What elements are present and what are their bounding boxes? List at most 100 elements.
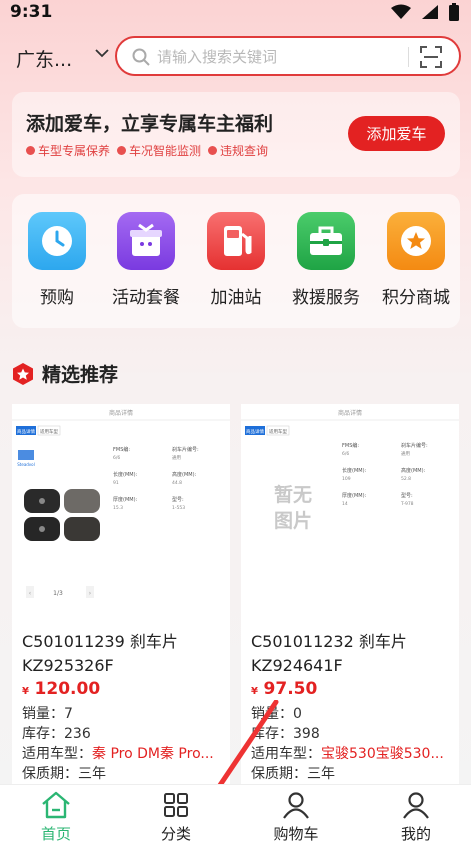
tab-label: 我的 bbox=[400, 825, 431, 843]
person-icon bbox=[403, 792, 429, 819]
warranty-label: 保质期： bbox=[22, 766, 78, 782]
grid-icon bbox=[164, 793, 188, 817]
service-grid: 预购 活动套餐 加油站 救援服务 积分商城 bbox=[12, 194, 460, 328]
banner-tag-label: 车型专属保养 bbox=[38, 144, 111, 158]
service-label: 救援服务 bbox=[292, 288, 360, 308]
spec-val: 44.8 bbox=[172, 480, 182, 486]
sales-label: 销量： bbox=[22, 706, 64, 722]
spec-key: 型号: bbox=[172, 496, 184, 503]
image-header: 商品详情 bbox=[338, 409, 362, 417]
price-value: 97.50 bbox=[263, 679, 318, 699]
chevron-down-icon[interactable] bbox=[94, 47, 110, 59]
product-price: ¥ 97.50 bbox=[251, 679, 317, 699]
tab-home[interactable]: 首页 bbox=[21, 791, 91, 843]
service-label: 预购 bbox=[40, 288, 74, 308]
wifi-icon bbox=[391, 4, 411, 19]
city-selector[interactable]: 广东... bbox=[16, 45, 72, 72]
banner-tag-label: 车况智能监测 bbox=[129, 144, 202, 158]
product-image[interactable]: 商品详情 商品详情 适用车型 Steadvol FMS编: 6/6 刹车片编号:… bbox=[12, 404, 230, 622]
scan-icon[interactable] bbox=[420, 46, 442, 68]
spec-val: 1-553 bbox=[172, 505, 185, 511]
spec-key: 长度(MM): bbox=[342, 467, 367, 474]
bottom-tab-bar: 首页 分类 购物车 我的 bbox=[0, 784, 471, 843]
star-coin-icon bbox=[387, 212, 445, 270]
brake-pad-photo bbox=[24, 489, 100, 541]
image-pager: 1/3 bbox=[53, 590, 63, 597]
svg-text:‹: ‹ bbox=[29, 590, 31, 597]
image-tab: 适用车型 bbox=[269, 428, 287, 435]
product-name[interactable]: C501011232 刹车片 KZ924641F bbox=[251, 630, 459, 678]
spec-key: 高度(MM): bbox=[172, 471, 197, 478]
fuel-pump-icon bbox=[207, 212, 265, 270]
add-car-button[interactable]: 添加爱车 bbox=[348, 116, 445, 151]
spec-val: T-978 bbox=[400, 501, 414, 507]
service-package[interactable]: 活动套餐 bbox=[101, 212, 191, 308]
banner-tag: 车型专属保养 bbox=[26, 142, 110, 159]
home-icon bbox=[42, 791, 70, 819]
banner-tags: 车型专属保养 车况智能监测 违规查询 bbox=[26, 142, 268, 159]
service-gas-station[interactable]: 加油站 bbox=[191, 212, 281, 308]
spec-val: 15.3 bbox=[113, 505, 123, 511]
models-value: 宝骏530宝骏530... bbox=[321, 746, 444, 762]
gift-box-icon bbox=[117, 212, 175, 270]
banner-tag: 车况智能监测 bbox=[117, 142, 201, 159]
image-tab: 适用车型 bbox=[40, 428, 58, 435]
product-price: ¥ 120.00 bbox=[22, 679, 100, 699]
section-title: 精选推荐 bbox=[42, 364, 119, 386]
stock-value: 398 bbox=[293, 726, 320, 742]
search-bar[interactable]: 请输入搜索关键词 bbox=[115, 36, 461, 76]
spec-val: 109 bbox=[342, 476, 351, 482]
service-points-mall[interactable]: 积分商城 bbox=[371, 212, 461, 308]
person-icon bbox=[283, 792, 309, 819]
service-label: 加油站 bbox=[210, 288, 262, 308]
toolbox-icon bbox=[297, 212, 355, 270]
spec-key: FMS编: bbox=[342, 442, 359, 449]
product-sales: 销量：0 bbox=[251, 703, 459, 723]
stock-value: 236 bbox=[64, 726, 91, 742]
sales-value: 0 bbox=[293, 706, 302, 722]
tab-label: 首页 bbox=[40, 825, 71, 843]
spec-val: 91 bbox=[113, 480, 119, 486]
svg-text:›: › bbox=[89, 590, 91, 597]
product-image[interactable]: 商品详情 商品详情 适用车型 FMS编: 6/6 刹车片编号: 通用 长度(MM… bbox=[241, 404, 459, 622]
product-name[interactable]: C501011239 刹车片 KZ925326F bbox=[22, 630, 230, 678]
add-car-banner: 添加爱车，立享专属车主福利 车型专属保养 车况智能监测 违规查询 添加爱车 bbox=[12, 92, 460, 177]
image-tab: 商品详情 bbox=[17, 428, 35, 435]
search-icon bbox=[132, 48, 150, 66]
spec-key: 长度(MM): bbox=[113, 471, 138, 478]
service-preorder[interactable]: 预购 bbox=[12, 212, 102, 308]
spec-key: 厚度(MM): bbox=[342, 492, 367, 499]
tab-label: 购物车 bbox=[273, 825, 319, 843]
search-input[interactable]: 请输入搜索关键词 bbox=[157, 46, 277, 67]
tab-label: 分类 bbox=[160, 825, 191, 843]
spec-key: 刹车片编号: bbox=[401, 442, 428, 449]
star-badge-icon bbox=[13, 362, 33, 385]
currency-symbol: ¥ bbox=[22, 686, 29, 697]
tab-cart[interactable]: 购物车 bbox=[261, 791, 331, 843]
spec-val: 6/6 bbox=[342, 451, 349, 457]
image-tab: 商品详情 bbox=[246, 428, 264, 435]
tab-mine[interactable]: 我的 bbox=[381, 791, 451, 843]
no-image-placeholder: 暂无图片 bbox=[273, 484, 312, 532]
section-header: 精选推荐 bbox=[12, 360, 118, 387]
banner-title: 添加爱车，立享专属车主福利 bbox=[26, 113, 274, 135]
spec-val: 14 bbox=[342, 501, 348, 507]
spec-key: 型号: bbox=[401, 492, 413, 499]
product-warranty: 保质期：三年 bbox=[251, 763, 459, 783]
tag-dot-icon bbox=[208, 146, 218, 155]
status-bar: 9:31 bbox=[0, 0, 471, 26]
top-bar: 广东... 请输入搜索关键词 bbox=[0, 34, 471, 80]
clock-icon bbox=[28, 212, 86, 270]
spec-key: 刹车片编号: bbox=[172, 446, 199, 453]
spec-key: 高度(MM): bbox=[401, 467, 426, 474]
tab-category[interactable]: 分类 bbox=[141, 791, 211, 843]
service-label: 积分商城 bbox=[382, 288, 450, 308]
product-stock: 库存：398 bbox=[251, 723, 459, 743]
battery-icon bbox=[449, 3, 459, 21]
banner-tag: 违规查询 bbox=[208, 142, 268, 159]
spec-val: 6/6 bbox=[113, 455, 120, 461]
service-rescue[interactable]: 救援服务 bbox=[281, 212, 371, 308]
spec-val: 52.8 bbox=[401, 476, 411, 482]
spec-val: 通用 bbox=[172, 454, 181, 461]
tag-dot-icon bbox=[26, 146, 35, 155]
